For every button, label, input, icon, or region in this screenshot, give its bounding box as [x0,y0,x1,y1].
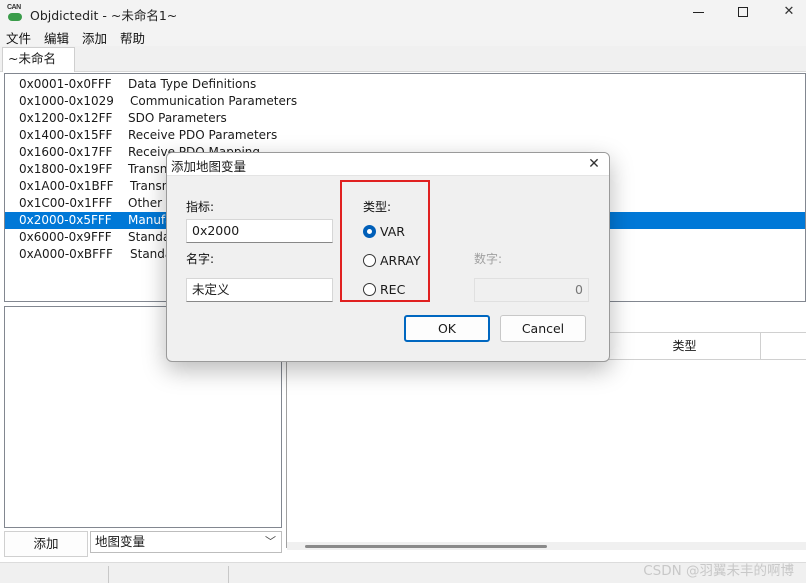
tab-untitled-1[interactable]: ~未命名1~ [2,47,75,88]
maximize-icon [738,7,748,17]
radio-rec-label: REC [380,282,406,297]
index-range: 0x1800-0x19FF [19,162,113,176]
close-window-button[interactable]: ✕ [766,0,806,26]
add-button[interactable]: 添加 [4,531,88,557]
index-range: 0x0001-0x0FFF [19,77,112,91]
index-name: Standa [128,230,171,244]
document-tab-strip: ~未命名1~ [0,46,806,88]
app-icon-text: CAN [7,4,21,11]
number-label: 数字: [474,252,503,266]
index-range: 0x6000-0x9FFF [19,230,112,244]
index-range: 0x1600-0x17FF [19,145,113,159]
index-range: 0x1400-0x15FF [19,128,113,142]
radio-array-label: ARRAY [380,253,421,268]
name-field[interactable]: 未定义 [186,278,333,302]
dialog-close-icon[interactable]: ✕ [585,153,603,175]
index-row[interactable]: 0x1200-0x12FF SDO Parameters [5,110,805,127]
index-label: 指标: [186,200,215,214]
index-name: SDO Parameters [128,111,227,125]
type-label: 类型: [363,200,392,214]
minimize-button[interactable] [676,0,722,26]
index-row[interactable]: 0x1000-0x1029 Communication Parameters [5,93,805,110]
index-range: 0x2000-0x5FFF [19,213,112,227]
menu-file[interactable]: 文件 [6,28,31,47]
close-icon: ✕ [783,4,795,19]
status-divider [108,566,109,583]
app-icon-badge [8,13,22,21]
index-range: 0xA000-0xBFFF [19,247,113,261]
variable-type-select[interactable]: 地图变量 ﹀ [90,531,282,553]
variable-type-value: 地图变量 [95,534,146,549]
index-range: 0x1A00-0x1BFF [19,179,114,193]
ok-button[interactable]: OK [404,315,490,342]
app-icon: CAN [7,4,23,22]
window-title: Objdictedit - ~未命名1~ [30,8,178,23]
radio-var-label: VAR [380,224,405,239]
dialog-title-bar: 添加地图变量 ✕ [167,153,609,176]
title-bar: CAN Objdictedit - ~未命名1~ ✕ [0,0,806,26]
scrollbar-thumb[interactable] [305,545,547,548]
index-row[interactable]: 0x0001-0x0FFF Data Type Definitions [5,76,805,93]
watermark: CSDN @羽翼未丰的啊博 [643,563,794,579]
chevron-down-icon: ﹀ [265,535,276,548]
index-row[interactable]: 0x1400-0x15FF Receive PDO Parameters [5,127,805,144]
grid-header-cell [761,332,806,360]
radio-unchecked-icon [363,283,376,296]
grid-header-type[interactable]: 类型 [609,332,761,360]
number-field: 0 [474,278,589,302]
menu-help[interactable]: 帮助 [120,28,145,47]
index-name: Other [128,196,163,210]
index-field[interactable]: 0x2000 [186,219,333,243]
cancel-button[interactable]: Cancel [500,315,586,342]
index-name: Transn [128,162,168,176]
index-name: Receive PDO Parameters [128,128,278,142]
index-name: Transn [130,179,170,193]
radio-unchecked-icon [363,254,376,267]
menu-add[interactable]: 添加 [82,28,107,47]
add-map-variable-dialog: 添加地图变量 ✕ 指标: 0x2000 名字: 未定义 类型: VAR ARRA… [166,152,610,362]
index-range: 0x1000-0x1029 [19,94,114,108]
menu-edit[interactable]: 编辑 [44,28,69,47]
status-divider [228,566,229,583]
index-range: 0x1200-0x12FF [19,111,113,125]
radio-checked-icon [363,225,376,238]
dialog-title: 添加地图变量 [171,159,247,174]
maximize-button[interactable] [721,0,767,26]
index-name: Communication Parameters [130,94,298,108]
menu-bar: 文件 编辑 添加 帮助 [0,26,806,46]
horizontal-scrollbar[interactable] [287,542,806,550]
name-label: 名字: [186,252,215,266]
minimize-icon [693,12,704,13]
index-name: Data Type Definitions [128,77,257,91]
index-range: 0x1C00-0x1FFF [19,196,113,210]
